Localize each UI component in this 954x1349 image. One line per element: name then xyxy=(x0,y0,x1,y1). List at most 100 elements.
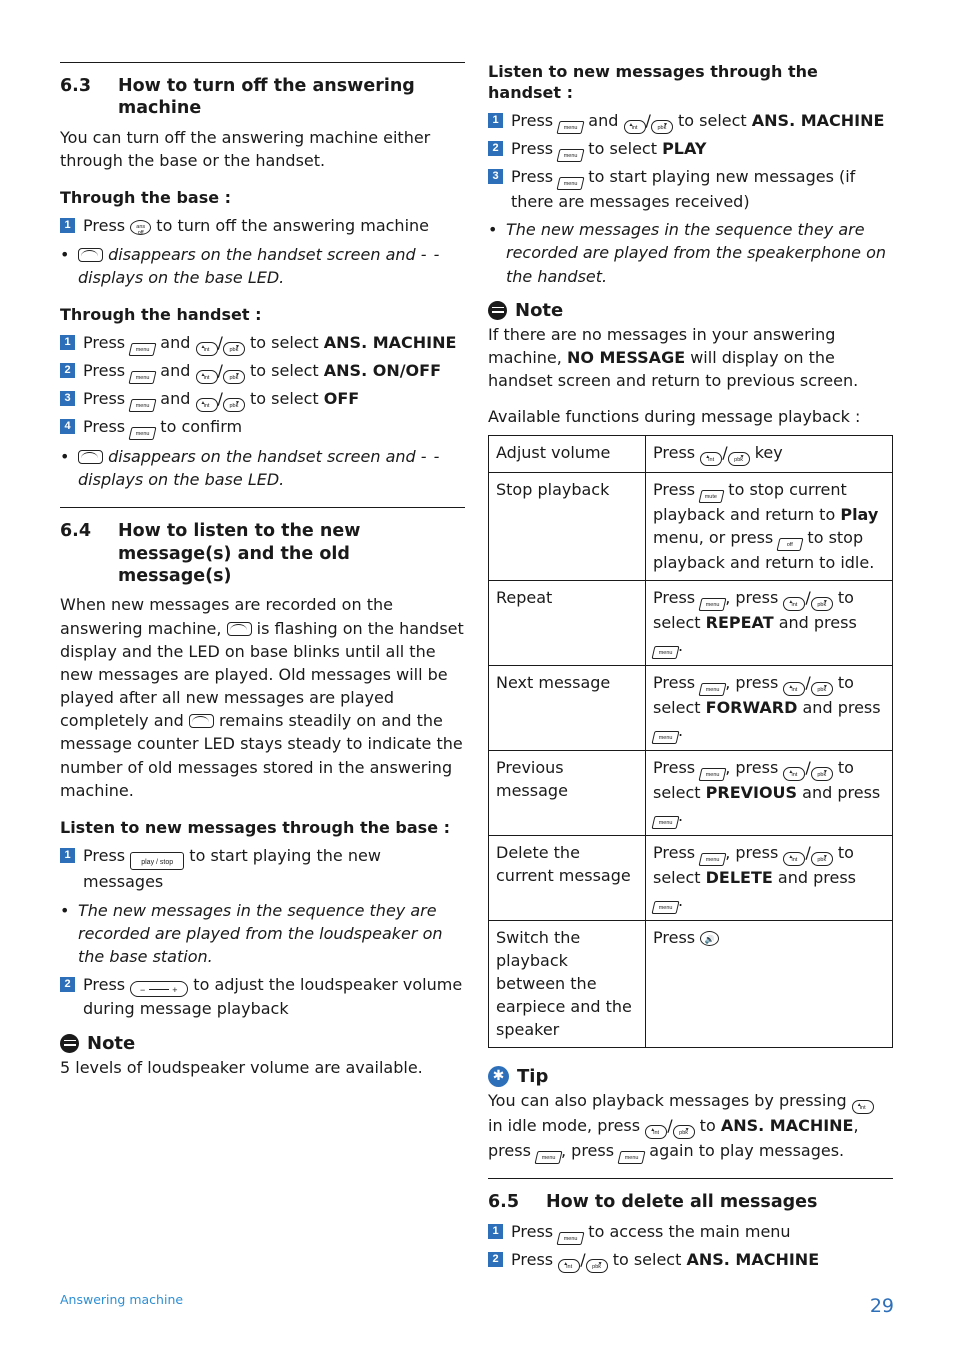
listen-base-steps-2: 2 Press − + to adjust the loudspeaker vol… xyxy=(60,973,465,1021)
table-row: Switch the playback between the earpiece… xyxy=(488,919,893,1049)
action-cell: Press mute to stop current playback and … xyxy=(645,471,893,581)
step-text: Press menu and int/pbk to select ANS. ON… xyxy=(83,359,465,384)
step-item: 1 Press ans off to turn off the answering… xyxy=(60,214,465,238)
delete-option-label: DELETE xyxy=(705,867,773,887)
action-cell: Press int/pbk key xyxy=(645,434,893,473)
menu-option-label: PLAY xyxy=(662,138,707,158)
step-item: 3 Press menu and int/pbk to select OFF xyxy=(60,387,465,412)
through-the-base-heading: Through the base : xyxy=(60,188,232,208)
up-key-icon: int xyxy=(558,1258,581,1273)
section-title: How to delete all messages xyxy=(546,1192,818,1213)
table-row: Next message Press menu, press int/pbk t… xyxy=(488,664,893,751)
up-key-icon: int xyxy=(700,451,723,466)
section-rule-6-5 xyxy=(488,1178,893,1180)
note-text-left: 5 levels of loudspeaker volume are avail… xyxy=(60,1057,423,1077)
menu-key-icon: menu xyxy=(128,342,157,356)
no-message-label: NO MESSAGE xyxy=(566,348,686,368)
section-heading-6-5: 6.5 How to delete all messages xyxy=(488,1191,893,1213)
base-bullet: • disappears on the handset screen and -… xyxy=(60,243,465,289)
down-key-icon: pbk xyxy=(810,766,833,781)
previous-option-label: PREVIOUS xyxy=(705,782,798,802)
section-title: How to listen to the new message(s) and … xyxy=(118,521,361,586)
listen-base-heading: Listen to new messages through the base … xyxy=(60,818,451,838)
function-cell: Next message xyxy=(488,664,646,751)
action-cell: Press menu, press int/pbk to select REPE… xyxy=(645,579,893,666)
menu-key-icon: menu xyxy=(698,852,727,866)
up-key-icon: int xyxy=(783,766,806,781)
through-the-handset-heading: Through the handset : xyxy=(60,305,262,324)
ans-onoff-key-icon: ans off xyxy=(130,219,152,236)
forward-option-label: FORWARD xyxy=(705,697,798,717)
up-key-icon: int xyxy=(623,119,646,134)
function-cell: Adjust volume xyxy=(488,434,646,473)
menu-key-icon: menu xyxy=(128,426,157,440)
ans-machine-label: ANS. MACHINE xyxy=(720,1116,854,1136)
down-key-icon: pbk xyxy=(650,119,673,134)
menu-option-label: ANS. ON/OFF xyxy=(323,360,442,380)
dash-display: - - xyxy=(420,446,441,466)
step-text: Press play / stop to start playing the n… xyxy=(83,845,381,891)
section-title: How to turn off the answering machine xyxy=(118,76,415,119)
down-key-icon: pbk xyxy=(585,1258,608,1273)
section-number: 6.4 xyxy=(60,521,92,542)
note-icon xyxy=(60,1033,79,1053)
section-heading-6-3: 6.3 How to turn off the answering machin… xyxy=(60,75,465,120)
section-heading-6-4: 6.4 How to listen to the new message(s) … xyxy=(60,520,465,587)
step-number: 1 xyxy=(60,334,75,350)
answering-machine-icon xyxy=(78,449,103,464)
section-number: 6.3 xyxy=(60,76,92,96)
table-row: Stop playback Press mute to stop current… xyxy=(488,471,893,581)
step-number: 1 xyxy=(488,112,503,128)
play-stop-key-icon: play / stop xyxy=(130,851,185,870)
step-item: 2 Press menu to select PLAY xyxy=(488,137,893,162)
step-number: 2 xyxy=(488,140,503,156)
menu-key-icon: menu xyxy=(651,900,680,914)
answering-machine-icon xyxy=(78,247,103,262)
page: 6.3 How to turn off the answering machin… xyxy=(0,0,954,1349)
step-item: 3 Press menu to start playing new messag… xyxy=(488,165,893,214)
step-number: 3 xyxy=(60,390,75,406)
listen-handset-heading: Listen to new messages through the hands… xyxy=(488,62,818,102)
menu-key-icon: menu xyxy=(556,148,585,162)
listen-base-steps: 1 Press play / stop to start playing the… xyxy=(60,844,465,894)
ans-machine-label: ANS. MACHINE xyxy=(686,1249,820,1269)
note-text-right: If there are no messages in your answeri… xyxy=(488,324,859,391)
table-row: Repeat Press menu, press int/pbk to sele… xyxy=(488,579,893,666)
left-column: 6.3 How to turn off the answering machin… xyxy=(60,62,465,1085)
bullet-text: disappears on the handset screen and - -… xyxy=(78,446,441,489)
down-key-icon: pbk xyxy=(727,451,750,466)
up-key-icon: int xyxy=(195,369,218,384)
menu-key-icon: menu xyxy=(534,1151,563,1165)
step-number: 4 xyxy=(60,418,75,434)
bullet-text: disappears on the handset screen and - -… xyxy=(78,244,441,287)
up-key-icon: int xyxy=(783,851,806,866)
dash-display: - - xyxy=(420,244,441,264)
action-cell: Press menu, press int/pbk to select DELE… xyxy=(645,834,893,921)
note-heading-right: Note xyxy=(488,300,893,321)
right-column: Listen to new messages through the hands… xyxy=(488,62,893,1276)
function-cell: Switch the playback between the earpiece… xyxy=(488,919,646,1049)
step-text: Press menu to start playing new messages… xyxy=(511,166,856,211)
section-rule-6-4 xyxy=(60,507,465,509)
step-number: 2 xyxy=(60,977,75,993)
step-text: Press menu and int/pbk to select ANS. MA… xyxy=(83,331,465,356)
menu-key-icon: menu xyxy=(617,1151,646,1165)
step-number: 2 xyxy=(60,362,75,378)
menu-key-icon: menu xyxy=(128,398,157,412)
step-text: Press int/pbk to select ANS. MACHINE xyxy=(511,1248,893,1273)
menu-key-icon: menu xyxy=(698,767,727,781)
section-6-3-intro: You can turn off the answering machine e… xyxy=(60,127,431,170)
step-number: 1 xyxy=(60,847,75,863)
up-key-icon: int xyxy=(783,681,806,696)
menu-option-label: ANS. MACHINE xyxy=(751,110,885,130)
note-label: Note xyxy=(87,1032,136,1054)
step-item: 1 Press menu and int/pbk to select ANS. … xyxy=(488,109,893,134)
step-text: Press menu to select PLAY xyxy=(511,137,893,162)
top-rule-left xyxy=(60,62,465,63)
menu-key-icon: menu xyxy=(556,176,585,190)
step-item: 1 Press play / stop to start playing the… xyxy=(60,844,465,894)
through-handset-steps: 1 Press menu and int/pbk to select ANS. … xyxy=(60,331,465,440)
listen-base-bullet: • The new messages in the sequence they … xyxy=(60,899,465,969)
function-cell: Repeat xyxy=(488,579,646,666)
page-number: 29 xyxy=(869,1295,894,1317)
